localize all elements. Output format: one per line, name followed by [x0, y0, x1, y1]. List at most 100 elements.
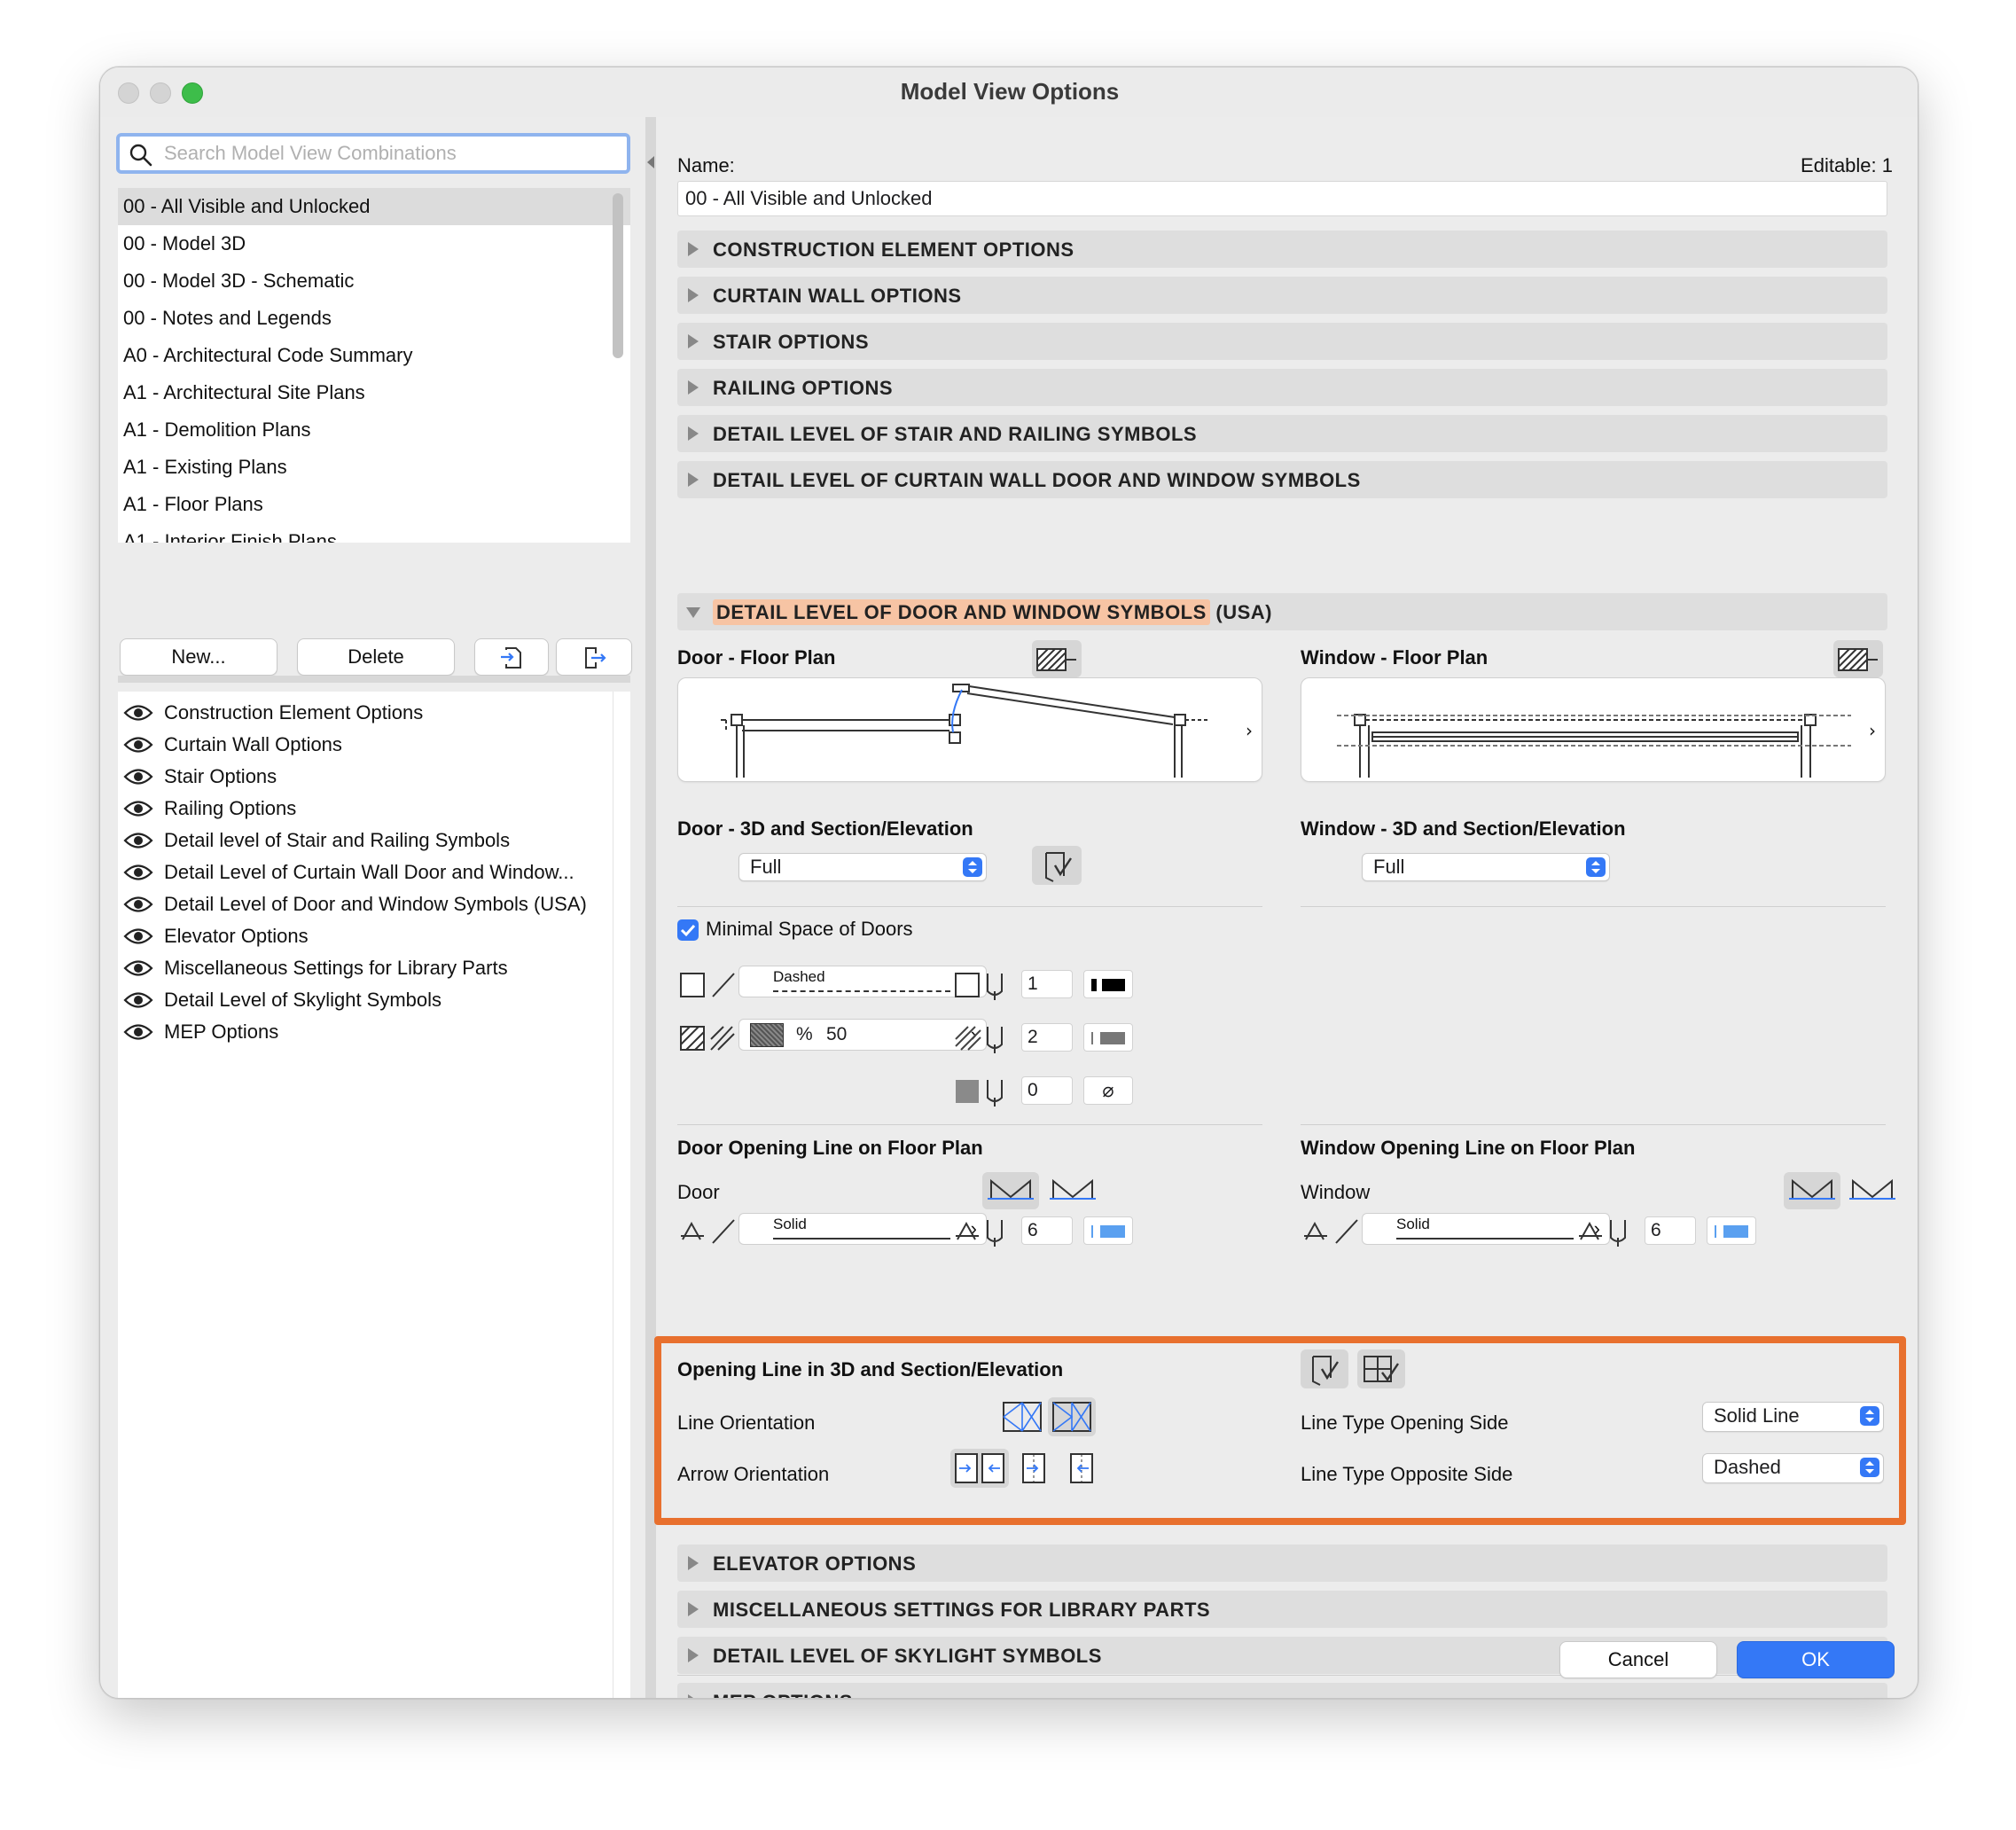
section-header[interactable]: RAILING OPTIONS: [677, 369, 1887, 406]
section-title: DETAIL LEVEL OF STAIR AND RAILING SYMBOL…: [713, 423, 1198, 445]
eye-icon[interactable]: [123, 799, 153, 818]
combination-item[interactable]: A1 - Demolition Plans: [118, 411, 630, 449]
option-visibility-row[interactable]: Railing Options: [118, 793, 630, 825]
opposite-side-select[interactable]: Dashed: [1702, 1453, 1884, 1483]
window-opening3d-toggle[interactable]: [1357, 1349, 1405, 1388]
section-door-window-symbols[interactable]: DETAIL LEVEL OF DOOR AND WINDOW SYMBOLS …: [677, 593, 1887, 630]
door-opening3d-toggle[interactable]: [1301, 1349, 1348, 1388]
section-header[interactable]: STAIR OPTIONS: [677, 323, 1887, 360]
combination-item[interactable]: 00 - Model 3D - Schematic: [118, 262, 630, 300]
option-visibility-row[interactable]: Miscellaneous Settings for Library Parts: [118, 952, 630, 984]
door-section-select[interactable]: Full: [738, 853, 987, 881]
line-orientation-option-2[interactable]: [1048, 1397, 1096, 1436]
eye-icon[interactable]: [123, 863, 153, 882]
export-button[interactable]: [556, 638, 632, 676]
search-box[interactable]: [116, 133, 630, 174]
eye-icon[interactable]: [123, 703, 153, 723]
option-visibility-row[interactable]: Detail level of Stair and Railing Symbol…: [118, 825, 630, 856]
door-3d-symbol-button[interactable]: [1032, 846, 1082, 885]
arrow-orientation-option-3[interactable]: [1062, 1449, 1101, 1488]
ok-button[interactable]: OK: [1737, 1641, 1895, 1678]
door-opening-line-type-picker[interactable]: Solid ›: [738, 1213, 987, 1245]
door-plan-preview[interactable]: ›: [677, 677, 1262, 782]
line-orientation-option-1[interactable]: [1000, 1397, 1044, 1436]
window-opening-pen-field[interactable]: 6: [1645, 1216, 1696, 1245]
section-header[interactable]: ELEVATOR OPTIONS: [677, 1545, 1887, 1582]
eye-icon[interactable]: [123, 1022, 153, 1042]
fill-pen-field[interactable]: 2: [1021, 1023, 1073, 1052]
background-pen-swatch[interactable]: ⌀: [1083, 1076, 1133, 1105]
combination-item[interactable]: A1 - Architectural Site Plans: [118, 374, 630, 411]
door-line-type-picker[interactable]: Dashed›: [738, 966, 987, 997]
eye-icon[interactable]: [123, 735, 153, 755]
door-opening-style-1[interactable]: [982, 1172, 1039, 1209]
combination-item[interactable]: 00 - All Visible and Unlocked: [118, 188, 630, 225]
background-pen-field[interactable]: 0: [1021, 1076, 1073, 1105]
eye-icon[interactable]: [123, 958, 153, 978]
door-fill-picker[interactable]: % 50 ›: [738, 1019, 987, 1051]
combination-item[interactable]: A0 - Architectural Code Summary: [118, 337, 630, 374]
option-visibility-row[interactable]: Detail Level of Door and Window Symbols …: [118, 888, 630, 920]
eye-icon[interactable]: [123, 895, 153, 914]
search-input[interactable]: [164, 140, 607, 167]
eye-icon[interactable]: [123, 831, 153, 850]
arrow-orientation-option-1[interactable]: [950, 1449, 1009, 1488]
section-header[interactable]: DETAIL LEVEL OF CURTAIN WALL DOOR AND WI…: [677, 461, 1887, 498]
door-floor-plan-title: Door - Floor Plan: [677, 646, 836, 669]
option-label: Detail Level of Curtain Wall Door and Wi…: [164, 861, 574, 883]
delete-button[interactable]: Delete: [297, 638, 455, 676]
option-visibility-row[interactable]: Construction Element Options: [118, 697, 630, 729]
arrow-orientation-option-2[interactable]: [1014, 1449, 1053, 1488]
contour-pen-field[interactable]: 1: [1021, 970, 1073, 998]
section-header[interactable]: DETAIL LEVEL OF STAIR AND RAILING SYMBOL…: [677, 415, 1887, 452]
option-visibility-row[interactable]: Stair Options: [118, 761, 630, 793]
import-button[interactable]: [474, 638, 549, 676]
door-opening-style-2[interactable]: [1044, 1172, 1101, 1209]
combination-item[interactable]: 00 - Notes and Legends: [118, 300, 630, 337]
window-opening-style-2[interactable]: [1844, 1172, 1901, 1209]
minimal-space-checkbox[interactable]: [677, 919, 699, 941]
window-opening-line-type-picker[interactable]: Solid ›: [1362, 1213, 1610, 1245]
option-visibility-row[interactable]: Curtain Wall Options: [118, 729, 630, 761]
eye-icon[interactable]: [123, 767, 153, 786]
option-visibility-row[interactable]: Elevator Options: [118, 920, 630, 952]
section-header[interactable]: CURTAIN WALL OPTIONS: [677, 277, 1887, 314]
contour-pen-swatch[interactable]: [1083, 970, 1133, 998]
collapse-arrow-icon[interactable]: [647, 156, 654, 168]
window-section-select[interactable]: Full: [1362, 853, 1610, 881]
opening-side-select[interactable]: Solid Line: [1702, 1402, 1884, 1432]
door-opening-pen-field[interactable]: 6: [1021, 1216, 1073, 1245]
option-visibility-row[interactable]: Detail Level of Curtain Wall Door and Wi…: [118, 856, 630, 888]
option-visibility-row[interactable]: Detail Level of Skylight Symbols: [118, 984, 630, 1016]
option-visibility-row[interactable]: MEP Options: [118, 1016, 630, 1048]
section-title-highlight: DETAIL LEVEL OF DOOR AND WINDOW SYMBOLS: [713, 599, 1210, 625]
door-hatch-button[interactable]: [1032, 640, 1082, 677]
section-header[interactable]: CONSTRUCTION ELEMENT OPTIONS: [677, 231, 1887, 268]
section-header[interactable]: MISCELLANEOUS SETTINGS FOR LIBRARY PARTS: [677, 1591, 1887, 1628]
window-opening-pen-swatch[interactable]: [1707, 1216, 1756, 1245]
combination-item[interactable]: A1 - Existing Plans: [118, 449, 630, 486]
door-opening-pen-swatch[interactable]: [1083, 1216, 1133, 1245]
popup-arrows-icon: [1860, 1458, 1879, 1477]
door-3d-icon: [1045, 852, 1072, 882]
new-button[interactable]: New...: [120, 638, 277, 676]
fill-pen-swatch[interactable]: [1083, 1023, 1133, 1052]
combination-item[interactable]: A1 - Floor Plans: [118, 486, 630, 523]
cancel-button[interactable]: Cancel: [1559, 1641, 1717, 1678]
window-plan-preview[interactable]: ›: [1301, 677, 1886, 782]
arrow-orientation-label: Arrow Orientation: [677, 1463, 830, 1485]
combination-list[interactable]: 00 - All Visible and Unlocked 00 - Model …: [118, 188, 630, 543]
window-opening-style-1[interactable]: [1784, 1172, 1840, 1209]
combination-item[interactable]: 00 - Model 3D: [118, 225, 630, 262]
section-header[interactable]: MEP OPTIONS: [677, 1683, 1887, 1698]
eye-icon[interactable]: [123, 990, 153, 1010]
window-floor-plan-title: Window - Floor Plan: [1301, 646, 1489, 669]
window-hatch-button[interactable]: [1833, 640, 1883, 677]
eye-icon[interactable]: [123, 927, 153, 946]
section-title: DETAIL LEVEL OF CURTAIN WALL DOOR AND WI…: [713, 469, 1361, 491]
combination-item[interactable]: A1 - Interior Finish Plans: [118, 523, 630, 543]
list-scrollbar[interactable]: [613, 193, 623, 358]
svg-text:›: ›: [1869, 720, 1876, 741]
name-field[interactable]: 00 - All Visible and Unlocked: [677, 181, 1887, 216]
options-visibility-list[interactable]: Construction Element Options Curtain Wall…: [118, 692, 630, 1698]
